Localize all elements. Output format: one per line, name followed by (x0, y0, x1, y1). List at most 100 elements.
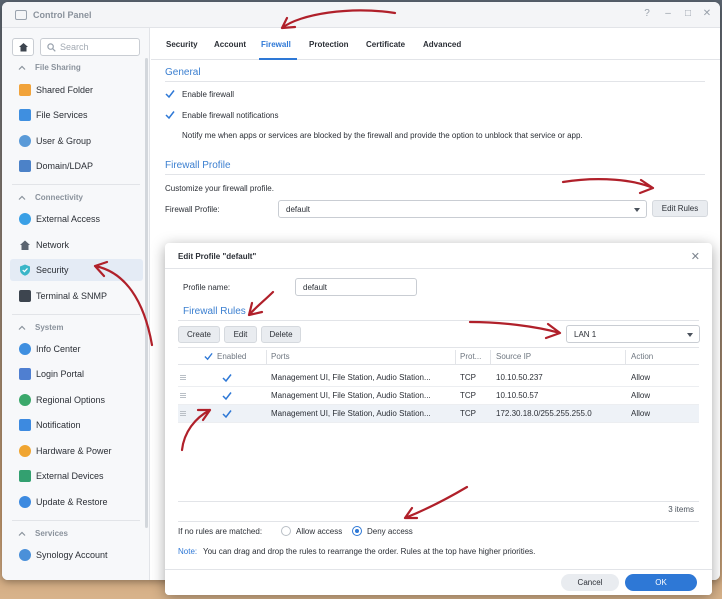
table-header: Enabled Ports Prot... Source IP Action (178, 347, 699, 365)
select-all-checkbox[interactable] (204, 352, 213, 361)
column-divider (455, 350, 456, 364)
create-button[interactable]: Create (178, 326, 220, 343)
section-title: Services (35, 529, 68, 538)
deny-access-radio[interactable] (352, 526, 362, 536)
maximize-icon[interactable]: □ (681, 8, 695, 19)
network-icon (20, 240, 30, 250)
sidebar-search[interactable] (40, 38, 140, 56)
note-text: You can drag and drop the rules to rearr… (203, 547, 536, 556)
sidebar-item-shared-folder[interactable]: Shared Folder (10, 79, 143, 101)
sidebar-item-external-access[interactable]: External Access (10, 208, 143, 230)
rule-enabled-checkbox[interactable] (222, 391, 232, 401)
sidebar-item-network[interactable]: Network (10, 234, 143, 256)
notification-icon (19, 419, 31, 431)
sidebar-item-synology-account[interactable]: Synology Account (10, 544, 143, 566)
sidebar-item-label: Regional Options (36, 395, 106, 405)
table-row[interactable]: Management UI, File Station, Audio Stati… (178, 369, 699, 387)
sidebar-item-security[interactable]: Security (10, 259, 143, 281)
sidebar-item-login-portal[interactable]: Login Portal (10, 363, 143, 385)
sidebar-item-regional-options[interactable]: Regional Options (10, 389, 143, 411)
column-protocol[interactable]: Prot... (460, 352, 481, 361)
divider (178, 320, 699, 321)
cancel-button[interactable]: Cancel (561, 574, 619, 591)
section-connectivity[interactable]: Connectivity (2, 188, 149, 208)
rule-enabled-checkbox[interactable] (222, 409, 232, 419)
cell-protocol: TCP (460, 409, 476, 418)
sidebar-item-domain-ldap[interactable]: Domain/LDAP (10, 155, 143, 177)
drag-handle-icon[interactable] (180, 393, 186, 399)
section-system[interactable]: System (2, 318, 149, 338)
interface-select[interactable]: LAN 1 (566, 325, 700, 343)
edit-rules-button[interactable]: Edit Rules (652, 200, 708, 217)
checkmark-icon (165, 111, 175, 120)
cell-ports: Management UI, File Station, Audio Stati… (271, 391, 431, 400)
edit-button[interactable]: Edit (224, 326, 257, 343)
section-services[interactable]: Services (2, 524, 149, 544)
no-match-label: If no rules are matched: (178, 527, 263, 536)
sidebar-item-label: Update & Restore (36, 497, 108, 507)
home-button[interactable] (12, 38, 34, 56)
user-group-icon (19, 135, 31, 147)
sidebar-item-file-services[interactable]: File Services (10, 104, 143, 126)
dialog-footer: Cancel OK (165, 569, 712, 595)
account-icon (19, 549, 31, 561)
sidebar-item-label: Login Portal (36, 369, 85, 379)
section-file-sharing[interactable]: File Sharing (2, 58, 149, 78)
section-divider (12, 520, 140, 521)
cell-source-ip: 10.10.50.237 (496, 373, 543, 382)
sidebar-item-hardware-power[interactable]: Hardware & Power (10, 440, 143, 462)
table-row[interactable]: Management UI, File Station, Audio Stati… (178, 387, 699, 405)
tab-firewall[interactable]: Firewall (261, 40, 291, 49)
tab-protection[interactable]: Protection (309, 40, 349, 49)
sidebar-item-label: Hardware & Power (36, 446, 112, 456)
drag-handle-icon[interactable] (180, 375, 186, 381)
drag-handle-icon[interactable] (180, 411, 186, 417)
tab-advanced[interactable]: Advanced (423, 40, 461, 49)
delete-button[interactable]: Delete (261, 326, 301, 343)
profile-name-input[interactable] (295, 278, 417, 296)
sidebar-item-label: External Access (36, 214, 101, 224)
close-icon[interactable]: ✕ (700, 8, 714, 19)
help-icon[interactable]: ? (640, 8, 654, 19)
sidebar-item-info-center[interactable]: Info Center (10, 338, 143, 360)
column-enabled[interactable]: Enabled (217, 352, 246, 361)
ok-button[interactable]: OK (625, 574, 697, 591)
sidebar-item-notification[interactable]: Notification (10, 414, 143, 436)
firewall-profile-select[interactable]: default (278, 200, 647, 218)
info-icon (19, 343, 31, 355)
sidebar-item-external-devices[interactable]: External Devices (10, 465, 143, 487)
column-source-ip[interactable]: Source IP (496, 352, 531, 361)
allow-access-label[interactable]: Allow access (296, 527, 342, 536)
caret-down-icon (634, 208, 640, 212)
profile-description: Customize your firewall profile. (165, 184, 274, 193)
select-value: LAN 1 (574, 330, 597, 339)
sidebar-scrollbar[interactable] (145, 58, 148, 528)
sidebar-item-terminal-snmp[interactable]: Terminal & SNMP (10, 285, 143, 307)
column-ports[interactable]: Ports (271, 352, 290, 361)
enable-notifications-checkbox[interactable]: Enable firewall notifications (165, 110, 385, 122)
section-divider (12, 184, 140, 185)
firewall-rules-title: Firewall Rules (183, 306, 246, 317)
sidebar: File Sharing Shared Folder File Services… (2, 28, 150, 580)
close-icon[interactable]: ✕ (691, 250, 700, 263)
shared-folder-icon (19, 84, 31, 96)
deny-access-label[interactable]: Deny access (367, 527, 413, 536)
allow-access-radio[interactable] (281, 526, 291, 536)
tab-certificate[interactable]: Certificate (366, 40, 405, 49)
rule-enabled-checkbox[interactable] (222, 373, 232, 383)
tab-account[interactable]: Account (214, 40, 246, 49)
enable-firewall-checkbox[interactable]: Enable firewall (165, 89, 365, 101)
domain-ldap-icon (19, 160, 31, 172)
cell-action: Allow (631, 409, 651, 418)
search-input[interactable] (60, 41, 136, 53)
shield-icon (20, 264, 30, 276)
sidebar-item-user-group[interactable]: User & Group (10, 130, 143, 152)
search-icon (47, 43, 56, 52)
tab-security[interactable]: Security (166, 40, 198, 49)
minimize-icon[interactable]: – (661, 8, 675, 19)
caret-down-icon (687, 333, 693, 337)
column-action[interactable]: Action (631, 352, 653, 361)
column-divider (266, 350, 267, 364)
table-row[interactable]: Management UI, File Station, Audio Stati… (178, 405, 699, 423)
sidebar-item-update-restore[interactable]: Update & Restore (10, 491, 143, 513)
